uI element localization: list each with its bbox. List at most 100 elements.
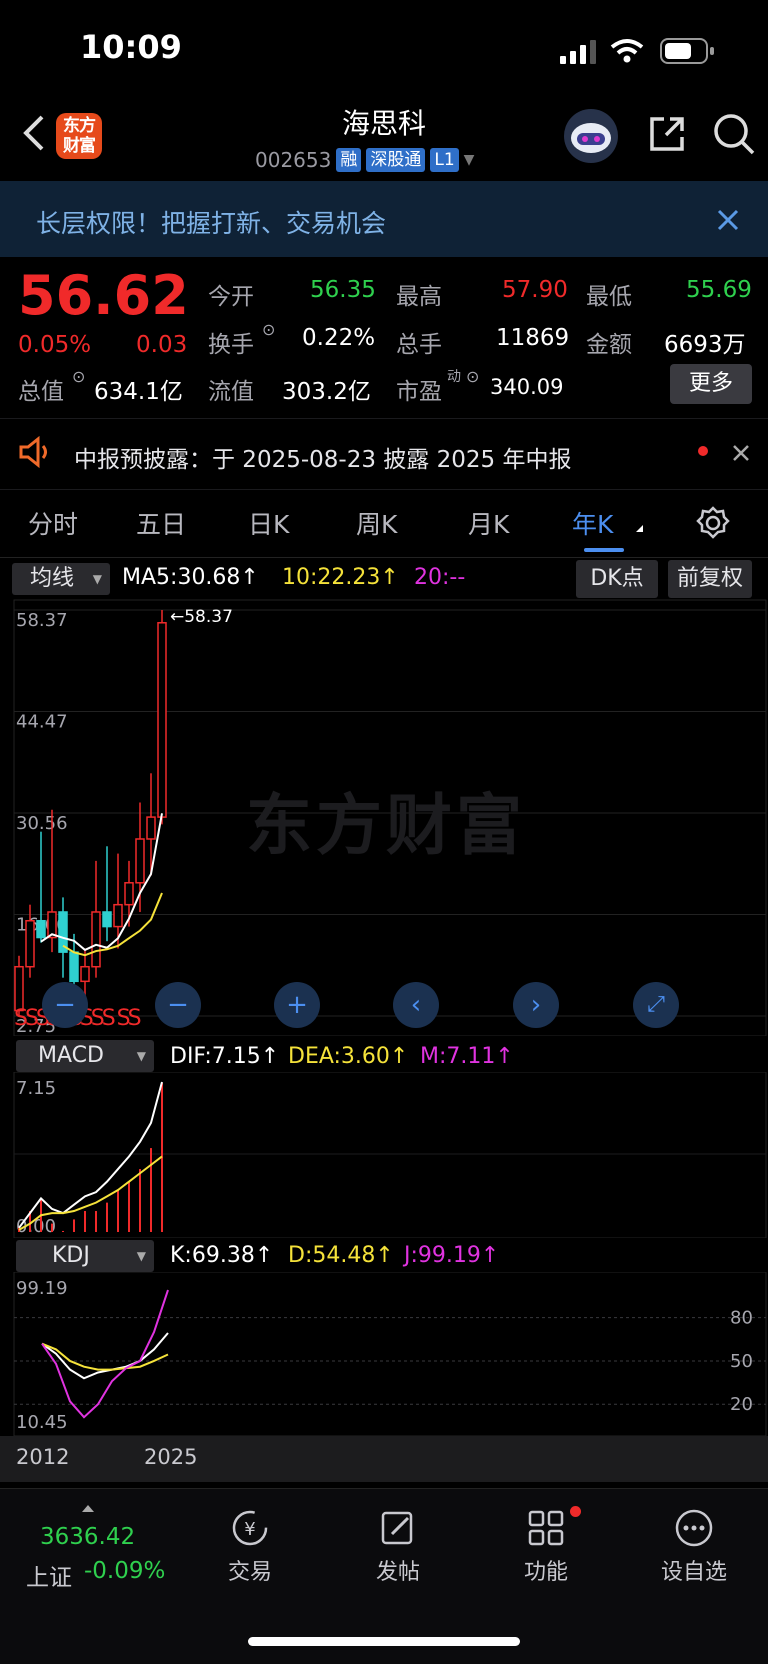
y-tick-label: 7.15 bbox=[16, 1078, 56, 1099]
close-icon[interactable] bbox=[732, 444, 750, 462]
share-icon[interactable] bbox=[646, 113, 688, 155]
tag-margin: 融 bbox=[336, 148, 362, 172]
chevron-down-icon: ▼ bbox=[463, 152, 475, 168]
zoom-out-button-2[interactable]: − bbox=[155, 982, 201, 1028]
watchlist-label: 设自选 bbox=[660, 1560, 727, 1585]
candle-body bbox=[25, 919, 35, 968]
edit-icon bbox=[381, 1511, 413, 1545]
y-tick-label: 44.47 bbox=[16, 712, 68, 733]
ma5-value: MA5:30.68↑ bbox=[122, 565, 259, 590]
turnover-label: 换手 bbox=[208, 332, 254, 358]
amount-label: 金额 bbox=[586, 332, 632, 358]
kdj-level-label: 20 bbox=[730, 1394, 753, 1415]
total-value-label: 总值 bbox=[18, 379, 64, 405]
index-value[interactable]: 3636.42 bbox=[40, 1524, 135, 1550]
low-value: 55.69 bbox=[686, 277, 752, 303]
close-icon[interactable] bbox=[716, 208, 740, 232]
ma-indicator-label: 均线 bbox=[30, 566, 75, 591]
functions-button[interactable]: 功能 bbox=[486, 1508, 606, 1586]
scroll-left-button[interactable]: ‹ bbox=[393, 982, 439, 1028]
info-icon[interactable]: ⊙ bbox=[72, 367, 85, 386]
candle-body bbox=[124, 882, 134, 906]
tab-weekly-k[interactable]: 周K bbox=[356, 505, 397, 541]
corner-triangle-icon bbox=[636, 525, 643, 532]
info-icon[interactable]: ⊙ bbox=[466, 367, 479, 386]
candle-body bbox=[69, 951, 79, 983]
info-icon[interactable]: ⊙ bbox=[262, 320, 275, 339]
kdj-level-label: 50 bbox=[730, 1351, 753, 1372]
pe-label: 市盈 bbox=[396, 379, 442, 405]
j-value: J:99.19↑ bbox=[404, 1243, 500, 1268]
zoom-in-button[interactable]: + bbox=[274, 982, 320, 1028]
chevron-down-icon: ▼ bbox=[92, 572, 102, 586]
dif-value: DIF:7.15↑ bbox=[170, 1044, 280, 1069]
ma10-value: 10:22.23↑ bbox=[282, 565, 399, 590]
y-tick-label: 58.37 bbox=[16, 610, 68, 631]
dk-point-select[interactable]: DK点 bbox=[576, 560, 658, 598]
status-time: 10:09 bbox=[80, 28, 182, 66]
settings-gear-icon[interactable] bbox=[696, 506, 730, 540]
candle-body bbox=[157, 622, 167, 818]
grid-apps-icon bbox=[528, 1510, 564, 1546]
change-amount: 0.03 bbox=[136, 332, 188, 358]
stock-subtitle[interactable]: 002653 融 深股通 L1 ▼ bbox=[255, 148, 474, 172]
x-axis bbox=[0, 1436, 768, 1482]
m-value: M:7.11↑ bbox=[420, 1044, 514, 1069]
trade-yen-icon: ¥ bbox=[232, 1510, 268, 1546]
macd-chart[interactable]: 7.150.00 bbox=[0, 1072, 768, 1238]
expand-up-icon[interactable] bbox=[82, 1505, 94, 1512]
post-button[interactable]: 发帖 bbox=[338, 1508, 458, 1586]
ma20-value: 20:-- bbox=[414, 565, 466, 590]
stock-code: 002653 bbox=[255, 148, 332, 172]
index-change[interactable]: -0.09% bbox=[84, 1558, 165, 1584]
pe-value: 340.09 bbox=[490, 375, 564, 399]
unread-dot bbox=[698, 446, 708, 456]
max-price-marker: ←58.37 bbox=[170, 607, 233, 627]
adjust-label: 前复权 bbox=[676, 566, 743, 591]
index-name[interactable]: 上证 bbox=[26, 1558, 72, 1592]
robot-assistant-icon[interactable] bbox=[562, 108, 620, 164]
candle-body bbox=[102, 911, 112, 928]
functions-label: 功能 bbox=[523, 1560, 568, 1585]
volume-label: 总手 bbox=[396, 332, 442, 358]
home-indicator bbox=[248, 1637, 520, 1646]
fullscreen-icon[interactable]: ⤢ bbox=[633, 982, 679, 1028]
tab-five-day[interactable]: 五日 bbox=[136, 505, 186, 541]
status-bar: 10:09 bbox=[0, 0, 768, 100]
low-label: 最低 bbox=[586, 284, 632, 310]
battery-icon bbox=[660, 38, 714, 64]
scroll-right-button[interactable]: › bbox=[513, 982, 559, 1028]
tab-daily-k[interactable]: 日K bbox=[248, 505, 289, 541]
candle-body bbox=[113, 903, 123, 928]
d-value: D:54.48↑ bbox=[288, 1243, 394, 1268]
more-button[interactable]: 更多 bbox=[670, 364, 752, 404]
y-tick-label: 10.45 bbox=[16, 1412, 68, 1433]
tab-yearly-k[interactable]: 年K bbox=[572, 505, 613, 541]
y-tick-label: 99.19 bbox=[16, 1278, 68, 1299]
kdj-indicator-select[interactable]: KDJ ▼ bbox=[16, 1240, 154, 1272]
candle-body bbox=[80, 965, 90, 983]
watchlist-button[interactable]: 设自选 bbox=[634, 1508, 754, 1586]
search-icon[interactable] bbox=[712, 112, 756, 156]
candle-body bbox=[135, 838, 145, 884]
open-label: 今开 bbox=[208, 284, 254, 310]
promo-banner-text: 长层权限！把握打新、交易机会 bbox=[36, 209, 387, 238]
high-label: 最高 bbox=[396, 284, 442, 310]
kdj-chart[interactable]: 80 50 20 99.19 10.45 bbox=[0, 1272, 768, 1436]
trade-button[interactable]: ¥ 交易 bbox=[190, 1508, 310, 1586]
kdj-level-label: 80 bbox=[730, 1308, 753, 1329]
k-value: K:69.38↑ bbox=[170, 1243, 274, 1268]
kdj-indicator-label: KDJ bbox=[52, 1243, 90, 1268]
macd-indicator-select[interactable]: MACD ▼ bbox=[16, 1040, 154, 1072]
tag-level: L1 bbox=[430, 148, 459, 172]
tab-intraday[interactable]: 分时 bbox=[28, 505, 78, 541]
tag-connect: 深股通 bbox=[366, 148, 426, 172]
candle-body bbox=[36, 919, 46, 939]
wifi-icon bbox=[610, 39, 644, 63]
ma-indicator-select[interactable]: 均线 ▼ bbox=[12, 563, 110, 595]
adjust-select[interactable]: 前复权 bbox=[668, 560, 752, 598]
zoom-out-button[interactable]: − bbox=[42, 982, 88, 1028]
volume-value: 11869 bbox=[496, 325, 570, 351]
tab-monthly-k[interactable]: 月K bbox=[468, 505, 509, 541]
more-dots-icon bbox=[675, 1509, 713, 1547]
